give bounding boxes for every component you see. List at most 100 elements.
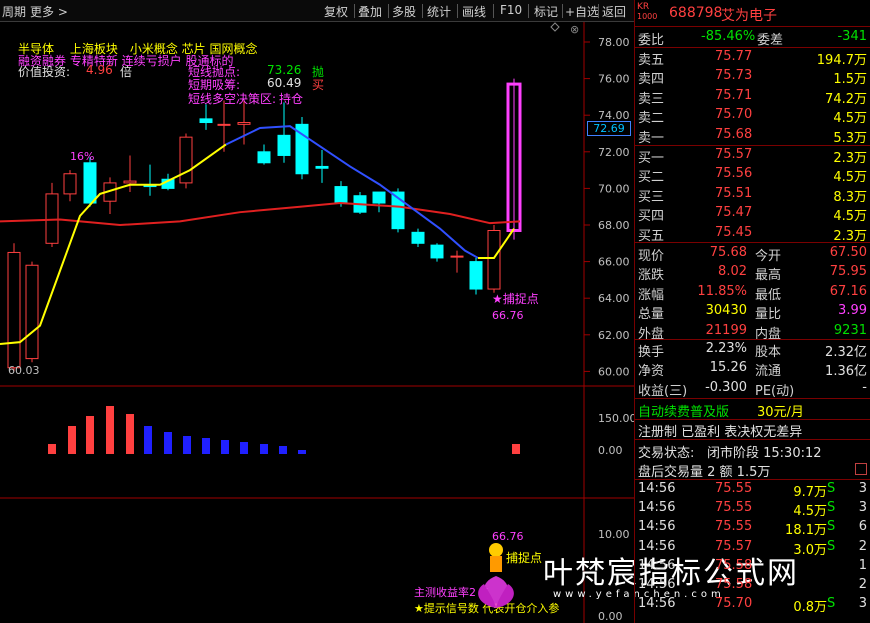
- stat2-value-2: -: [862, 379, 867, 395]
- promo-row[interactable]: 自动续费普及版 30元/月: [635, 400, 870, 420]
- tick-price: 75.57: [715, 538, 753, 554]
- tick-volume: 4.5万: [793, 504, 827, 520]
- webi-label: 委比: [638, 33, 665, 48]
- buy-level-price: 75.47: [715, 205, 753, 221]
- weicha-value: -341: [837, 29, 867, 44]
- sell-level-volume: 1.5万: [833, 72, 867, 88]
- short-buy-value: 60.49: [267, 76, 302, 90]
- adjust-button[interactable]: 复权: [324, 3, 348, 20]
- market-sub: 1000: [637, 12, 658, 21]
- buy-level-volume: 2.3万: [833, 228, 867, 244]
- stat-row: 现价 75.68 今开 67.50: [635, 244, 870, 264]
- tick-side: S: [827, 500, 836, 516]
- tick-price: 75.55: [715, 481, 753, 496]
- candle-body: [199, 118, 213, 124]
- draw-line-button[interactable]: 画线: [462, 3, 486, 20]
- y-tick-label: 76.00: [598, 73, 630, 86]
- stat-row: 涨跌 8.02 最高 75.95: [635, 263, 870, 283]
- overlay-button[interactable]: 叠加: [358, 3, 382, 20]
- buy-level-row: 买五 75.45 2.3万: [635, 224, 870, 244]
- buy-level-row: 买四 75.47 4.5万: [635, 204, 870, 225]
- back-button[interactable]: 返回: [602, 3, 626, 20]
- promo-price: 30元/月: [757, 405, 804, 420]
- buy-level-row: 买一 75.57 2.3万: [635, 146, 870, 166]
- multi-stock-button[interactable]: 多股: [392, 3, 416, 20]
- lower-axis-label: 0.00: [598, 610, 623, 623]
- tick-time: 14:56: [638, 538, 676, 554]
- sell-level-row: 卖五 75.77 194.7万: [635, 48, 870, 68]
- candle-body: [257, 151, 271, 164]
- tick-volume: 9.7万: [793, 485, 827, 500]
- stock-header: KR 1000 688798 艾为电子: [635, 2, 870, 24]
- stat-value: 75.68: [709, 245, 747, 260]
- after-hours-row: 盘后交易量 2 额 1.5万: [635, 460, 870, 480]
- tick-volume: 3.0万: [793, 542, 827, 558]
- stat-row: 外盘 21199 内盘 9231: [635, 322, 870, 342]
- tick-count: 3: [858, 500, 867, 516]
- tick-count: 3: [858, 481, 867, 496]
- tick-price: 75.55: [715, 519, 753, 535]
- f10-button[interactable]: F10: [500, 3, 522, 17]
- stat-value-2: 67.50: [829, 245, 867, 260]
- y-tick-label: 68.00: [598, 219, 630, 232]
- indicator-bar: [183, 436, 191, 454]
- buy-level-label: 买二: [638, 170, 665, 186]
- tick-time: 14:56: [638, 577, 676, 592]
- sell-level-price: 75.73: [715, 68, 753, 84]
- candle-body: [450, 255, 464, 258]
- stat-value: 21199: [705, 322, 747, 338]
- y-tick-label: 64.00: [598, 292, 630, 305]
- y-tick-label: 78.00: [598, 36, 630, 49]
- sell-level-label: 卖一: [638, 130, 665, 146]
- sell-level-price: 75.70: [715, 107, 753, 123]
- pct-label: 16%: [70, 150, 95, 163]
- y-tick-label: 62.00: [598, 329, 630, 342]
- toolbar: 周期 更多 > 复权 叠加 多股 统计 画线 F10 标记 +自选 返回: [0, 0, 634, 22]
- tick-price: 75.55: [715, 500, 753, 516]
- buy-level-price: 75.56: [715, 166, 753, 182]
- short-sell-value: 73.26: [267, 63, 302, 77]
- tick-row: 14:56 75.58 1: [635, 557, 870, 576]
- trade-status-value: 闭市阶段 15:30:12: [707, 446, 822, 461]
- buy-level-volume: 4.5万: [833, 170, 867, 186]
- candle-body: [217, 123, 231, 126]
- mark-button[interactable]: 标记: [534, 3, 558, 20]
- candle-body: [487, 229, 501, 290]
- tick-time: 14:56: [638, 500, 676, 516]
- sell-level-volume: 194.7万: [816, 53, 867, 68]
- low-price-marker: 60.03: [8, 364, 40, 377]
- weicha-label: 委差: [757, 33, 784, 48]
- stock-code: 688798: [669, 5, 723, 21]
- tick-time: 14:56: [638, 481, 676, 496]
- tick-side: S: [827, 481, 836, 496]
- lower-axis-label: 10.00: [598, 528, 630, 541]
- stats-button[interactable]: 统计: [427, 3, 451, 20]
- buy-level-label: 买三: [638, 189, 665, 205]
- tick-volume: 18.1万: [785, 523, 827, 539]
- tick-row: 14:56 75.57 3.0万 S 2: [635, 538, 870, 558]
- buy-level-label: 买四: [638, 209, 665, 225]
- expand-icon[interactable]: [855, 463, 867, 475]
- indicator-bar: [240, 442, 248, 454]
- indicator-bar: [68, 426, 76, 454]
- listing-info: 注册制 已盈利 表决权无差异: [638, 425, 803, 440]
- stat2-label: 换手: [638, 345, 665, 360]
- candle-body: [179, 136, 193, 184]
- market-prefix: KR: [637, 2, 650, 12]
- add-watchlist-button[interactable]: +自选: [565, 3, 599, 20]
- indicator-bar: [144, 426, 152, 454]
- kline-chart-area[interactable]: 78.00 76.00 74.00 72.00 70.00 68.00 66.00 64.00…: [0, 22, 637, 623]
- more-button[interactable]: 更多 >: [30, 3, 68, 20]
- period-button[interactable]: 周期: [2, 3, 26, 20]
- kline-chart-svg[interactable]: 78.0076.0074.0072.0070.0068.0066.0064.00…: [0, 22, 637, 623]
- indicator-bar: [260, 444, 268, 454]
- stat-label-2: 今开: [755, 249, 782, 264]
- tick-row: 14:56 75.55 18.1万 S 6: [635, 518, 870, 539]
- chart-settings-icon: [550, 22, 560, 32]
- stat2-row: 换手 2.23% 股本 2.32亿: [635, 340, 870, 360]
- buy-level-volume: 2.3万: [833, 151, 867, 166]
- buy-level-price: 75.45: [715, 224, 753, 240]
- candle-body: [469, 261, 483, 290]
- quote-panel: KR 1000 688798 艾为电子 委比 -85.46% 委差 -341 卖…: [634, 0, 870, 623]
- sell-level-label: 卖五: [638, 53, 665, 68]
